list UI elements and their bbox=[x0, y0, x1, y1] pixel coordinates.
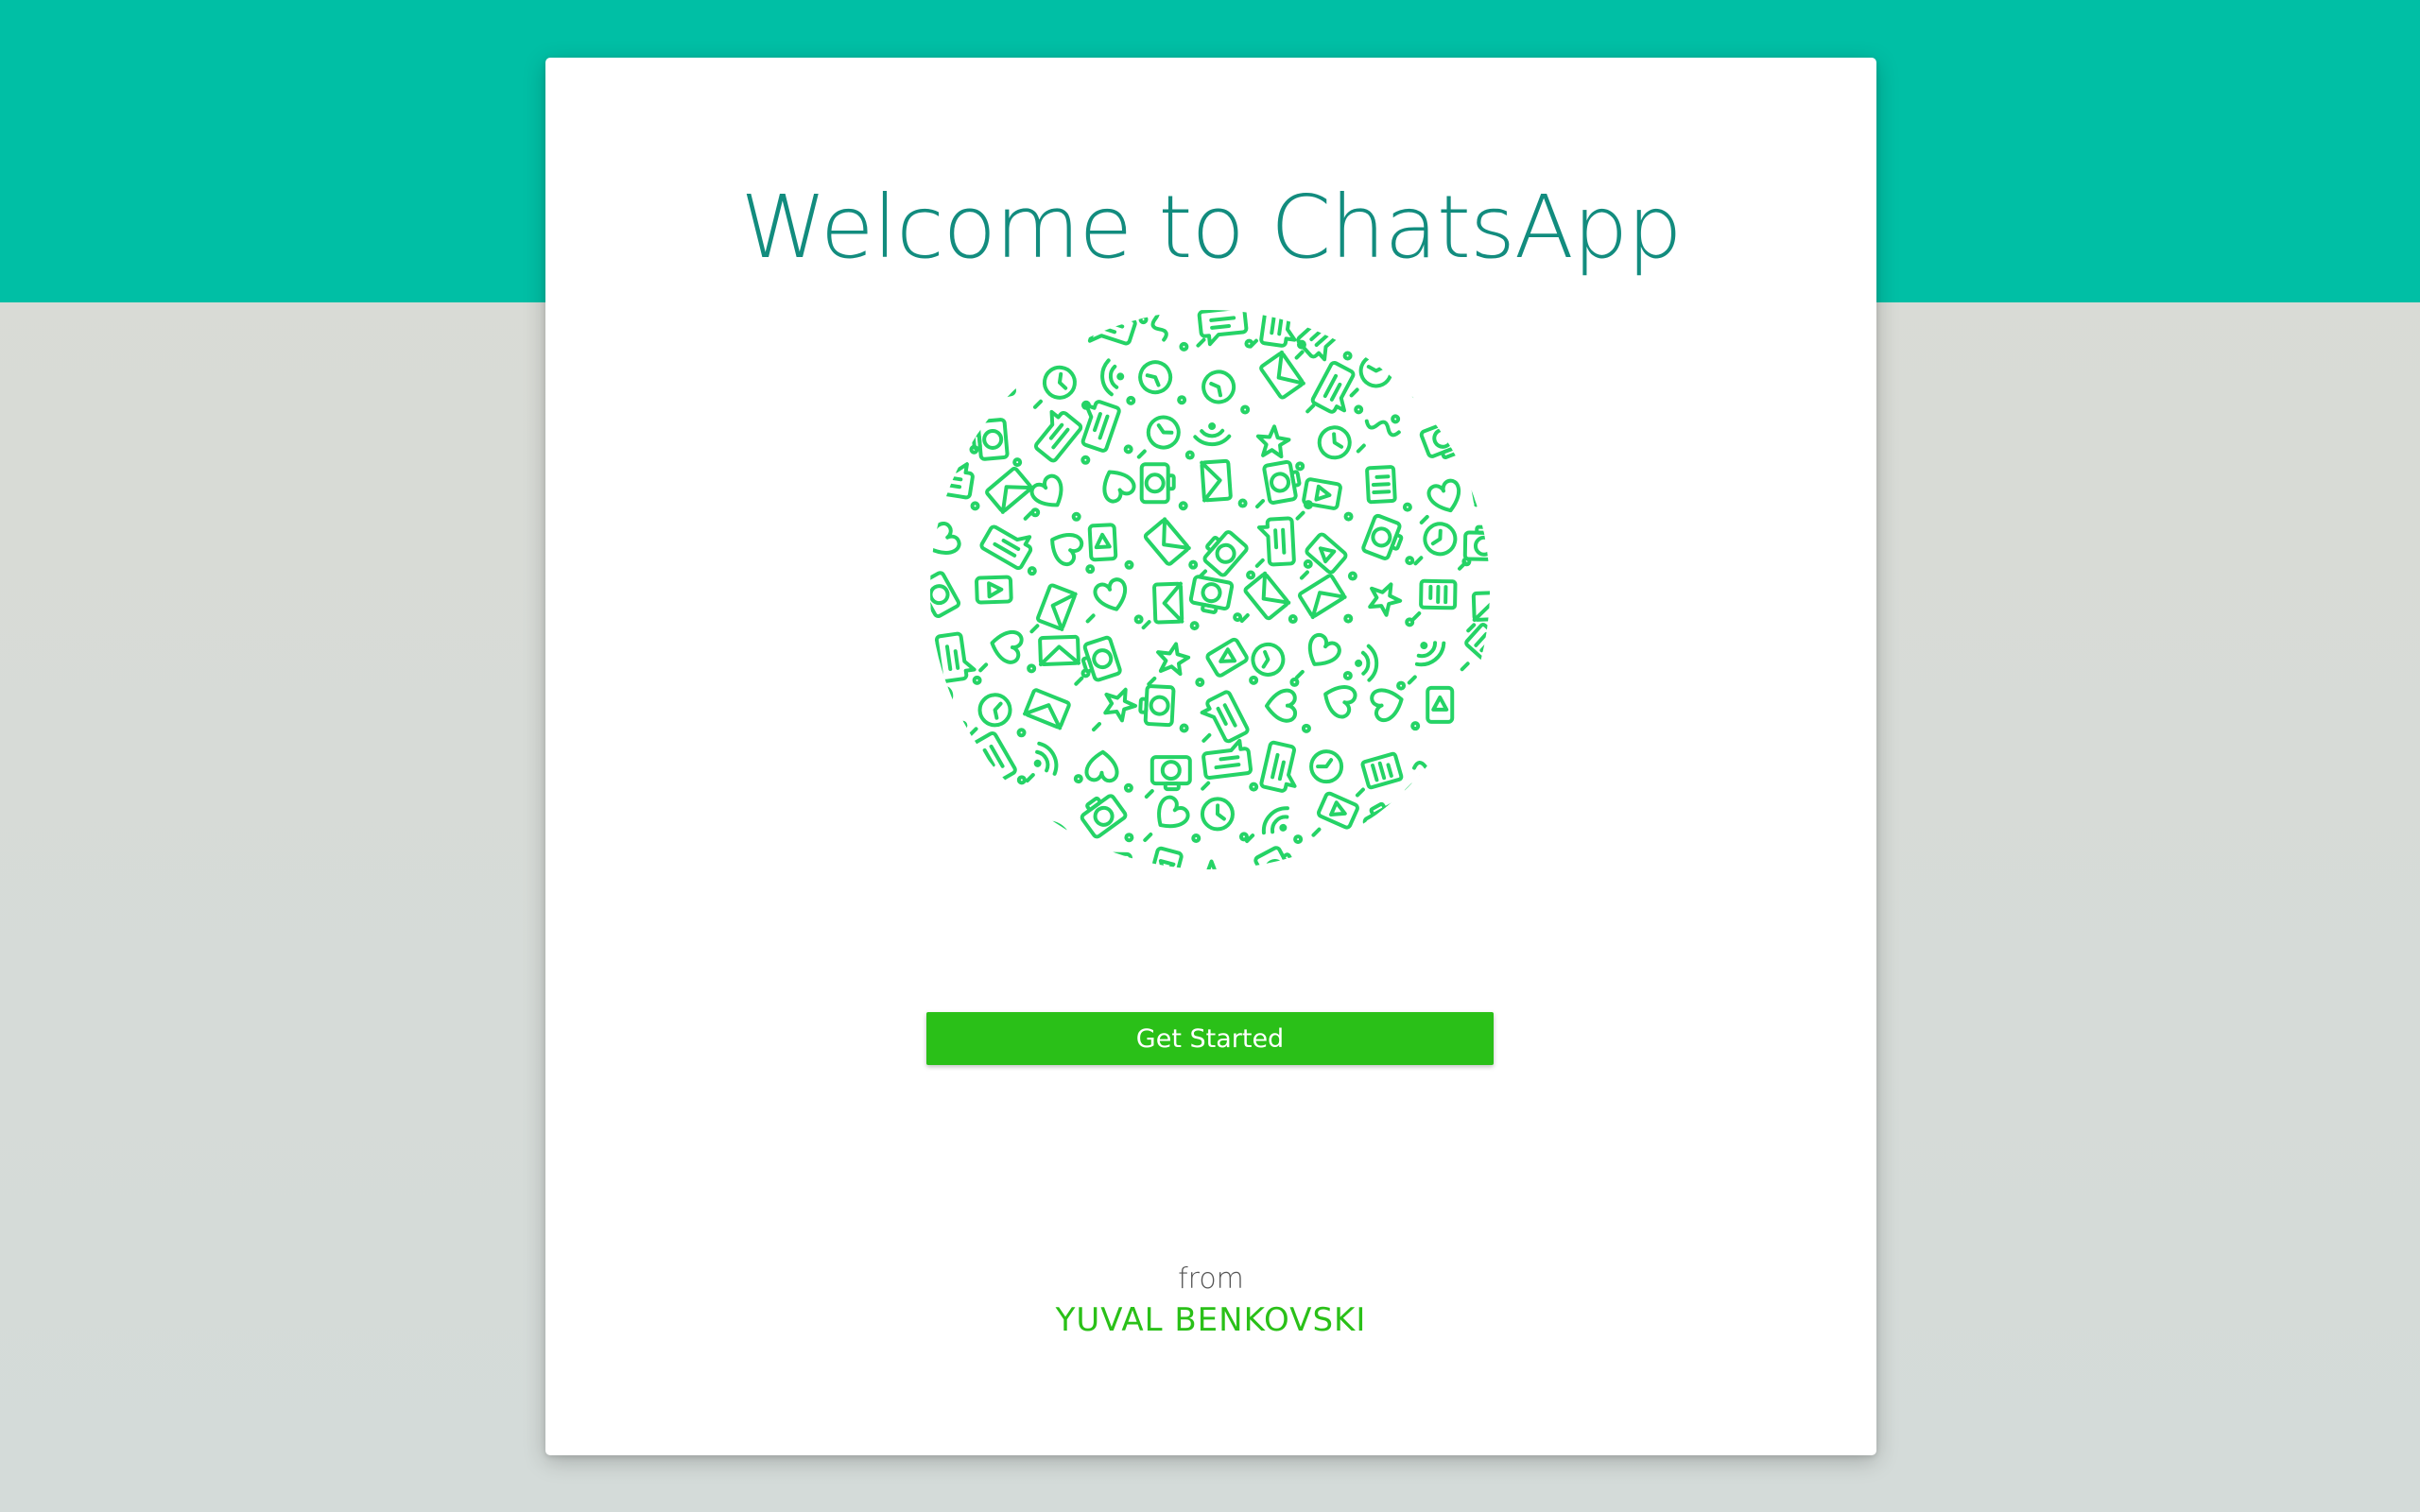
author-name: YUVAL BENKOVSKI bbox=[1055, 1301, 1367, 1339]
get-started-button[interactable]: Get Started bbox=[926, 1012, 1494, 1065]
page-title: Welcome to ChatsApp bbox=[740, 177, 1682, 278]
welcome-card: Welcome to ChatsApp Get Started from YUV… bbox=[545, 58, 1876, 1455]
from-label: from bbox=[1178, 1263, 1244, 1296]
doodle-illustration-icon bbox=[926, 306, 1494, 873]
